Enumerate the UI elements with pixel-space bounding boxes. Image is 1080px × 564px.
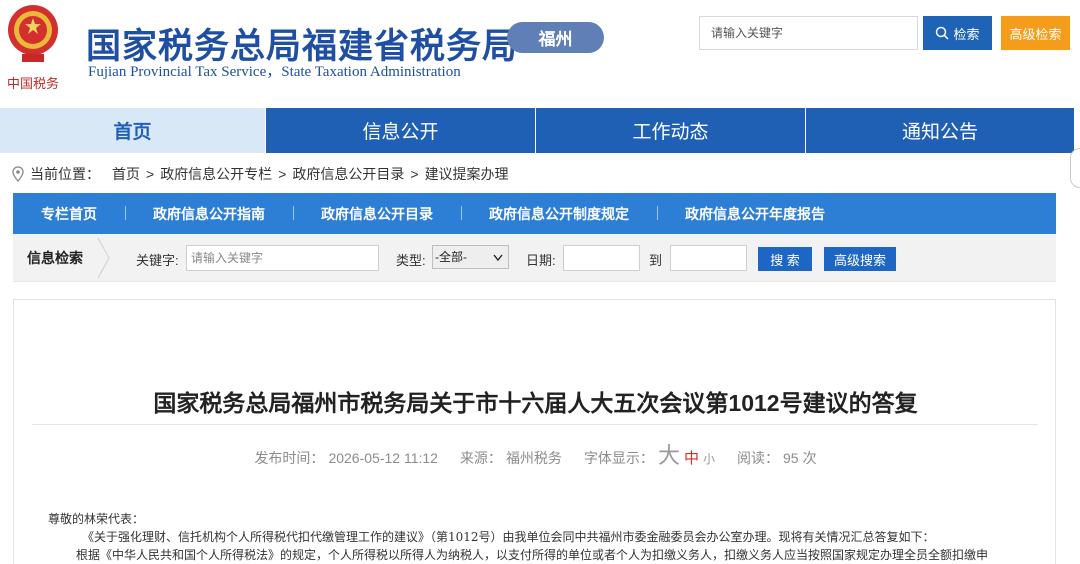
city-switch-badge[interactable]: 福州 — [507, 22, 604, 53]
national-emblem-logo[interactable]: 中国税务 — [2, 2, 64, 94]
publish-label: 发布时间： — [254, 450, 325, 466]
breadcrumb-separator: > — [410, 166, 419, 182]
article-salutation: 尊敬的林荣代表： — [48, 512, 145, 526]
read-count: 95 — [782, 450, 799, 466]
nav-work-news[interactable]: 工作动态 — [535, 108, 805, 153]
date-to-input[interactable] — [670, 245, 747, 271]
filter-advanced-search-button[interactable]: 高级搜索 — [824, 247, 896, 271]
nav-notices[interactable]: 通知公告 — [805, 108, 1074, 153]
logo-lettering: 中国税务 — [7, 76, 59, 92]
font-size-large-button[interactable]: 大 — [658, 438, 680, 470]
source-value: 福州税务 — [505, 450, 562, 466]
publish-time: 2026-05-12 11:12 — [328, 450, 438, 466]
subnav-column-home[interactable]: 专栏首页 — [13, 204, 125, 224]
type-select[interactable]: -全部- — [432, 245, 509, 269]
breadcrumb-prefix: 当前位置： — [30, 166, 100, 182]
subnav-regulations[interactable]: 政府信息公开制度规定 — [461, 204, 657, 224]
sub-nav: 专栏首页 政府信息公开指南 政府信息公开目录 政府信息公开制度规定 政府信息公开… — [13, 193, 1056, 234]
advanced-search-button[interactable]: 高级检索 — [1001, 16, 1070, 50]
type-select-value: -全部- — [435, 250, 467, 264]
keyword-input[interactable]: 请输入关键字 — [186, 245, 379, 271]
nav-home[interactable]: 首页 — [0, 108, 265, 153]
type-label: 类型: — [396, 253, 426, 268]
info-search-bar: 信息检索 关键字: 请输入关键字 类型: -全部- 日期: 到 搜 索 高级搜索 — [13, 234, 1056, 282]
filter-search-button[interactable]: 搜 索 — [758, 247, 812, 271]
keyword-label: 关键字: — [136, 253, 179, 268]
date-to-label: 到 — [649, 253, 663, 268]
breadcrumb-gov-info-column[interactable]: 政府信息公开专栏 — [160, 164, 272, 184]
side-scroll-handle[interactable] — [1070, 148, 1080, 188]
search-button-label: 检索 — [953, 26, 980, 42]
subnav-catalog[interactable]: 政府信息公开目录 — [293, 204, 461, 224]
breadcrumb-separator: > — [146, 166, 155, 182]
breadcrumb-proposal-handling[interactable]: 建议提案办理 — [425, 164, 509, 184]
read-label: 阅读： — [736, 450, 779, 466]
date-from-input[interactable] — [563, 245, 640, 271]
article-paragraph: 《关于强化理财、信托机构个人所得税代扣代缴管理工作的建议》（第1012号）由我单… — [82, 530, 935, 544]
breadcrumb: 当前位置： 首页 > 政府信息公开专栏 > 政府信息公开目录 > 建议提案办理 — [12, 164, 509, 184]
article-meta: 发布时间： 2026-05-12 11:12 来源： 福州税务 字体显示： 大 … — [14, 438, 1057, 470]
main-nav: 首页 信息公开 工作动态 通知公告 — [0, 108, 1074, 153]
title-divider — [32, 424, 1038, 425]
chevron-down-icon — [493, 254, 503, 262]
subnav-guide[interactable]: 政府信息公开指南 — [125, 204, 293, 224]
article-title: 国家税务总局福州市税务局关于市十六届人大五次会议第1012号建议的答复 — [153, 390, 918, 416]
date-label: 日期: — [526, 253, 556, 268]
search-icon — [936, 26, 950, 40]
chevron-right-icon — [97, 237, 110, 279]
search-button[interactable]: 检索 — [923, 16, 992, 50]
article-paragraph: 根据《中华人民共和国个人所得税法》的规定，个人所得税以所得人为纳税人，以支付所得… — [76, 548, 989, 562]
breadcrumb-gov-info-catalog[interactable]: 政府信息公开目录 — [292, 164, 404, 184]
font-size-small-button[interactable]: 小 — [703, 450, 715, 467]
font-size-medium-button[interactable]: 中 — [684, 447, 699, 468]
breadcrumb-home[interactable]: 首页 — [112, 164, 140, 184]
article-panel: 国家税务总局福州市税务局关于市十六届人大五次会议第1012号建议的答复 发布时间… — [13, 299, 1056, 564]
read-unit: 次 — [802, 450, 817, 466]
subnav-annual-report[interactable]: 政府信息公开年度报告 — [657, 204, 853, 224]
location-pin-icon — [12, 166, 24, 182]
site-header: 中国税务 国家税务总局福建省税务局 Fujian Provincial Tax … — [0, 0, 1080, 108]
nav-info-disclosure[interactable]: 信息公开 — [265, 108, 535, 153]
search-input[interactable]: 请输入关键字 — [699, 16, 918, 50]
info-search-label: 信息检索 — [27, 250, 83, 266]
source-label: 来源： — [459, 450, 502, 466]
site-title-english: Fujian Provincial Tax Service，State Taxa… — [88, 64, 461, 80]
font-size-label: 字体显示： — [583, 450, 654, 466]
breadcrumb-separator: > — [278, 166, 287, 182]
